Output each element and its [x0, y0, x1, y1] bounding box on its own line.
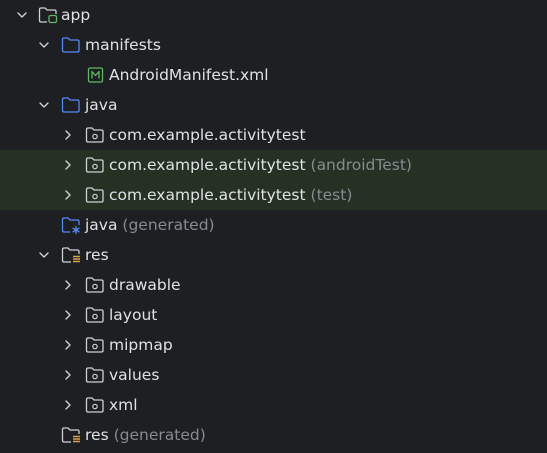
tree-node-label: java (generated): [85, 216, 215, 234]
tree-node-suffix: (generated): [122, 216, 215, 234]
chevron-right-icon[interactable]: [62, 279, 74, 291]
chevron-right-icon[interactable]: [62, 189, 74, 201]
chevron-right-icon[interactable]: [62, 369, 74, 381]
resource-folder-icon: [61, 427, 80, 443]
tree-node-label: mipmap: [109, 336, 173, 354]
tree-node-label: AndroidManifest.xml: [109, 66, 269, 84]
tree-node-android-manifest[interactable]: AndroidManifest.xml: [0, 60, 547, 90]
chevron-right-icon[interactable]: [62, 129, 74, 141]
tree-node-label: xml: [109, 396, 138, 414]
tree-node-label: com.example.activitytest (test): [109, 186, 353, 204]
tree-node-xml[interactable]: xml: [0, 390, 547, 420]
tree-node-label: com.example.activitytest (androidTest): [109, 156, 412, 174]
tree-node-label: java: [85, 96, 118, 114]
tree-node-package-android-test[interactable]: com.example.activitytest (androidTest): [0, 150, 547, 180]
manifest-file-icon: [87, 67, 104, 83]
tree-node-java[interactable]: java: [0, 90, 547, 120]
tree-node-manifests[interactable]: manifests: [0, 30, 547, 60]
chevron-down-icon[interactable]: [38, 99, 50, 111]
generated-source-folder-icon: [61, 217, 80, 234]
tree-node-suffix: (androidTest): [310, 156, 412, 174]
tree-node-package-main[interactable]: com.example.activitytest: [0, 120, 547, 150]
chevron-right-icon[interactable]: [62, 159, 74, 171]
tree-node-label: com.example.activitytest: [109, 126, 306, 144]
tree-node-suffix: (test): [310, 186, 353, 204]
chevron-down-icon[interactable]: [16, 9, 28, 21]
tree-node-values[interactable]: values: [0, 360, 547, 390]
package-icon: [85, 337, 104, 353]
resource-folder-icon: [61, 247, 80, 263]
chevron-right-icon[interactable]: [62, 399, 74, 411]
tree-node-layout[interactable]: layout: [0, 300, 547, 330]
tree-node-app[interactable]: app: [0, 0, 547, 30]
tree-node-suffix: (generated): [113, 426, 206, 444]
tree-node-res[interactable]: res: [0, 240, 547, 270]
source-folder-icon: [61, 97, 80, 113]
package-icon: [85, 367, 104, 383]
project-tree: app manifests AndroidManifest.xml java c…: [0, 0, 547, 450]
package-icon: [85, 127, 104, 143]
package-icon: [85, 277, 104, 293]
package-icon: [85, 187, 104, 203]
chevron-right-icon[interactable]: [62, 309, 74, 321]
tree-node-drawable[interactable]: drawable: [0, 270, 547, 300]
tree-node-label: values: [109, 366, 160, 384]
tree-node-package-test[interactable]: com.example.activitytest (test): [0, 180, 547, 210]
tree-node-label: drawable: [109, 276, 181, 294]
android-module-folder-icon: [38, 7, 58, 24]
chevron-right-icon[interactable]: [62, 339, 74, 351]
tree-node-label: layout: [109, 306, 158, 324]
package-icon: [85, 397, 104, 413]
tree-node-java-generated[interactable]: java (generated): [0, 210, 547, 240]
package-icon: [85, 157, 104, 173]
tree-node-res-generated[interactable]: res (generated): [0, 420, 547, 450]
tree-node-label: app: [61, 6, 91, 24]
package-icon: [85, 307, 104, 323]
tree-node-mipmap[interactable]: mipmap: [0, 330, 547, 360]
folder-icon: [61, 37, 80, 53]
chevron-down-icon[interactable]: [38, 39, 50, 51]
tree-node-label: res: [85, 246, 109, 264]
tree-node-label: manifests: [85, 36, 161, 54]
chevron-down-icon[interactable]: [38, 249, 50, 261]
tree-node-label: res (generated): [85, 426, 206, 444]
